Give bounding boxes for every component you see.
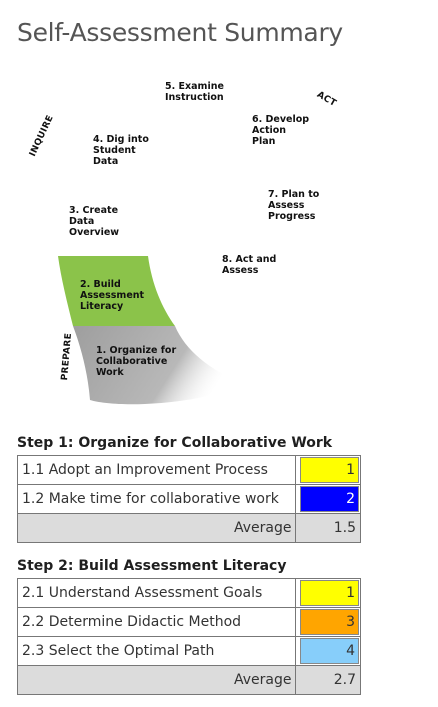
score-value: 1 bbox=[300, 580, 359, 606]
step1-score-table: 1.1 Adopt an Improvement Process 1 1.2 M… bbox=[16, 455, 361, 543]
step-3-label[interactable]: 3. Create Data Overview bbox=[69, 205, 119, 238]
step1-heading: Step 1: Organize for Collaborative Work bbox=[17, 435, 333, 451]
step2-heading: Step 2: Build Assessment Literacy bbox=[17, 558, 287, 574]
step-6-label[interactable]: 6. Develop Action Plan bbox=[252, 114, 309, 147]
step-5-label[interactable]: 5. Examine Instruction bbox=[165, 81, 224, 103]
score-value: 2 bbox=[300, 486, 359, 512]
table-row: 1.2 Make time for collaborative work 2 bbox=[16, 484, 361, 514]
criterion-label: 2.1 Understand Assessment Goals bbox=[16, 578, 297, 608]
criterion-label: 2.2 Determine Didactic Method bbox=[16, 607, 297, 637]
step2-score-table: 2.1 Understand Assessment Goals 1 2.2 De… bbox=[16, 578, 361, 695]
criterion-label: 1.1 Adopt an Improvement Process bbox=[16, 455, 297, 485]
average-row: Average 1.5 bbox=[16, 513, 361, 543]
table-row: 2.1 Understand Assessment Goals 1 bbox=[16, 578, 361, 608]
score-value: 4 bbox=[300, 638, 359, 664]
step-4-label[interactable]: 4. Dig into Student Data bbox=[93, 134, 149, 167]
step-2-label[interactable]: 2. Build Assessment Literacy bbox=[80, 279, 144, 312]
table-row: 1.1 Adopt an Improvement Process 1 bbox=[16, 455, 361, 485]
average-row: Average 2.7 bbox=[16, 665, 361, 695]
table-row: 2.3 Select the Optimal Path 4 bbox=[16, 636, 361, 666]
average-label: Average bbox=[16, 513, 297, 543]
table-row: 2.2 Determine Didactic Method 3 bbox=[16, 607, 361, 637]
average-value: 1.5 bbox=[295, 513, 361, 543]
score-value: 1 bbox=[300, 457, 359, 483]
data-wise-cycle-diagram: INQUIRE ACT PREPARE 1. Organize for Coll… bbox=[0, 70, 438, 430]
step-7-label[interactable]: 7. Plan to Assess Progress bbox=[268, 189, 319, 222]
step-8-label[interactable]: 8. Act and Assess bbox=[222, 254, 276, 276]
average-value: 2.7 bbox=[295, 665, 361, 695]
criterion-label: 2.3 Select the Optimal Path bbox=[16, 636, 297, 666]
average-label: Average bbox=[16, 665, 297, 695]
page-title: Self-Assessment Summary bbox=[17, 18, 343, 47]
step-1-label[interactable]: 1. Organize for Collaborative Work bbox=[96, 345, 176, 378]
score-value: 3 bbox=[300, 609, 359, 635]
criterion-label: 1.2 Make time for collaborative work bbox=[16, 484, 297, 514]
